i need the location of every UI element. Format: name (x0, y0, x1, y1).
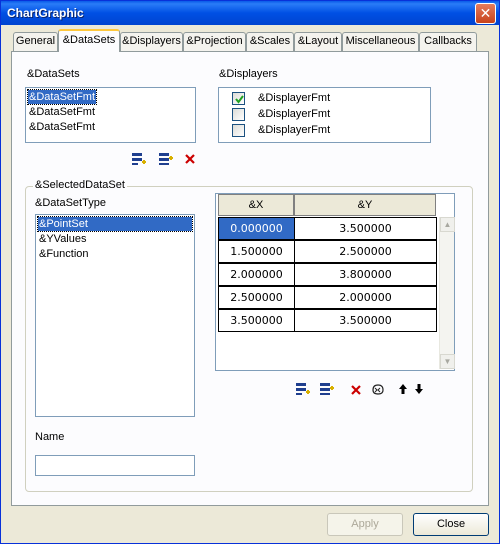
grid-vertical-scrollbar[interactable]: ▲ ▼ (439, 217, 455, 369)
dataset-type-item[interactable]: &PointSet (37, 216, 193, 232)
column-header-x[interactable]: &X (218, 194, 294, 216)
displayer-label: &DisplayerFmt (258, 124, 331, 136)
grid-cell-x[interactable]: 3.500000 (218, 309, 295, 332)
grid-cell-y[interactable]: 2.000000 (294, 286, 437, 309)
displayer-checkbox[interactable] (232, 124, 245, 137)
insert-row-icon[interactable] (319, 382, 335, 396)
scroll-up-arrow-icon[interactable]: ▲ (440, 217, 455, 232)
chartgraphic-dialog: ChartGraphic ✕ General &DataSets &Displa… (0, 0, 500, 544)
selected-dataset-group-title: &SelectedDataSet (33, 179, 127, 191)
tab-general[interactable]: General (13, 32, 58, 51)
datasets-label: &DataSets (27, 68, 80, 80)
grid-cell-x[interactable]: 2.500000 (218, 286, 295, 309)
delete-row-icon[interactable] (349, 383, 365, 397)
tab-datasets[interactable]: &DataSets (58, 29, 120, 52)
grid-cell-y[interactable]: 3.500000 (294, 309, 437, 332)
tab-miscellaneous[interactable]: Miscellaneous (342, 32, 419, 51)
move-down-icon[interactable] (414, 383, 430, 397)
tab-projection[interactable]: &Projection (183, 32, 246, 51)
displayer-label: &DisplayerFmt (258, 92, 331, 104)
dataset-type-item[interactable]: &YValues (38, 232, 88, 246)
dataset-item[interactable]: &DataSetFmt (28, 120, 96, 134)
tab-scales[interactable]: &Scales (246, 32, 294, 51)
add-dataset-icon[interactable] (131, 152, 147, 166)
displayers-label: &Displayers (219, 68, 278, 80)
grid-cell-x[interactable]: 0.000000 (218, 217, 295, 240)
window-title: ChartGraphic (7, 6, 84, 20)
title-bar[interactable]: ChartGraphic ✕ (1, 1, 499, 25)
add-row-icon[interactable] (295, 382, 311, 396)
dataset-item[interactable]: &DataSetFmt (26, 89, 98, 105)
close-button[interactable]: Close (413, 513, 489, 536)
delete-dataset-icon[interactable] (183, 152, 199, 166)
displayer-label: &DisplayerFmt (258, 108, 331, 120)
column-header-y[interactable]: &Y (294, 194, 436, 216)
displayer-checkbox[interactable] (232, 92, 245, 105)
name-field[interactable] (35, 455, 195, 476)
name-label: Name (35, 431, 65, 443)
dataset-type-label: &DataSetType (35, 197, 106, 209)
dataset-type-listbox[interactable]: &PointSet &YValues &Function (35, 214, 195, 417)
displayer-checkbox[interactable] (232, 108, 245, 121)
dataset-item[interactable]: &DataSetFmt (28, 105, 96, 119)
insert-dataset-icon[interactable] (158, 152, 174, 166)
datasets-listbox[interactable]: &DataSetFmt &DataSetFmt &DataSetFmt (25, 87, 196, 143)
grid-cell-y[interactable]: 3.500000 (294, 217, 437, 240)
tab-displayers[interactable]: &Displayers (120, 32, 183, 51)
grid-cell-x[interactable]: 2.000000 (218, 263, 295, 286)
grid-cell-y[interactable]: 2.500000 (294, 240, 437, 263)
scroll-down-arrow-icon[interactable]: ▼ (440, 354, 455, 369)
grid-cell-x[interactable]: 1.500000 (218, 240, 295, 263)
apply-button[interactable]: Apply (327, 513, 403, 536)
window-close-button[interactable]: ✕ (475, 3, 496, 24)
dataset-type-item[interactable]: &Function (38, 247, 90, 261)
tab-layout[interactable]: &Layout (294, 32, 342, 51)
displayers-checklist[interactable]: &DisplayerFmt &DisplayerFmt &DisplayerFm… (218, 87, 431, 143)
tab-callbacks[interactable]: Callbacks (419, 32, 477, 51)
move-up-icon[interactable] (398, 383, 414, 397)
point-grid[interactable]: &X &Y 0.000000 3.500000 1.500000 2.50000… (215, 193, 455, 371)
sort-icon[interactable] (371, 382, 387, 396)
grid-cell-y[interactable]: 3.800000 (294, 263, 437, 286)
